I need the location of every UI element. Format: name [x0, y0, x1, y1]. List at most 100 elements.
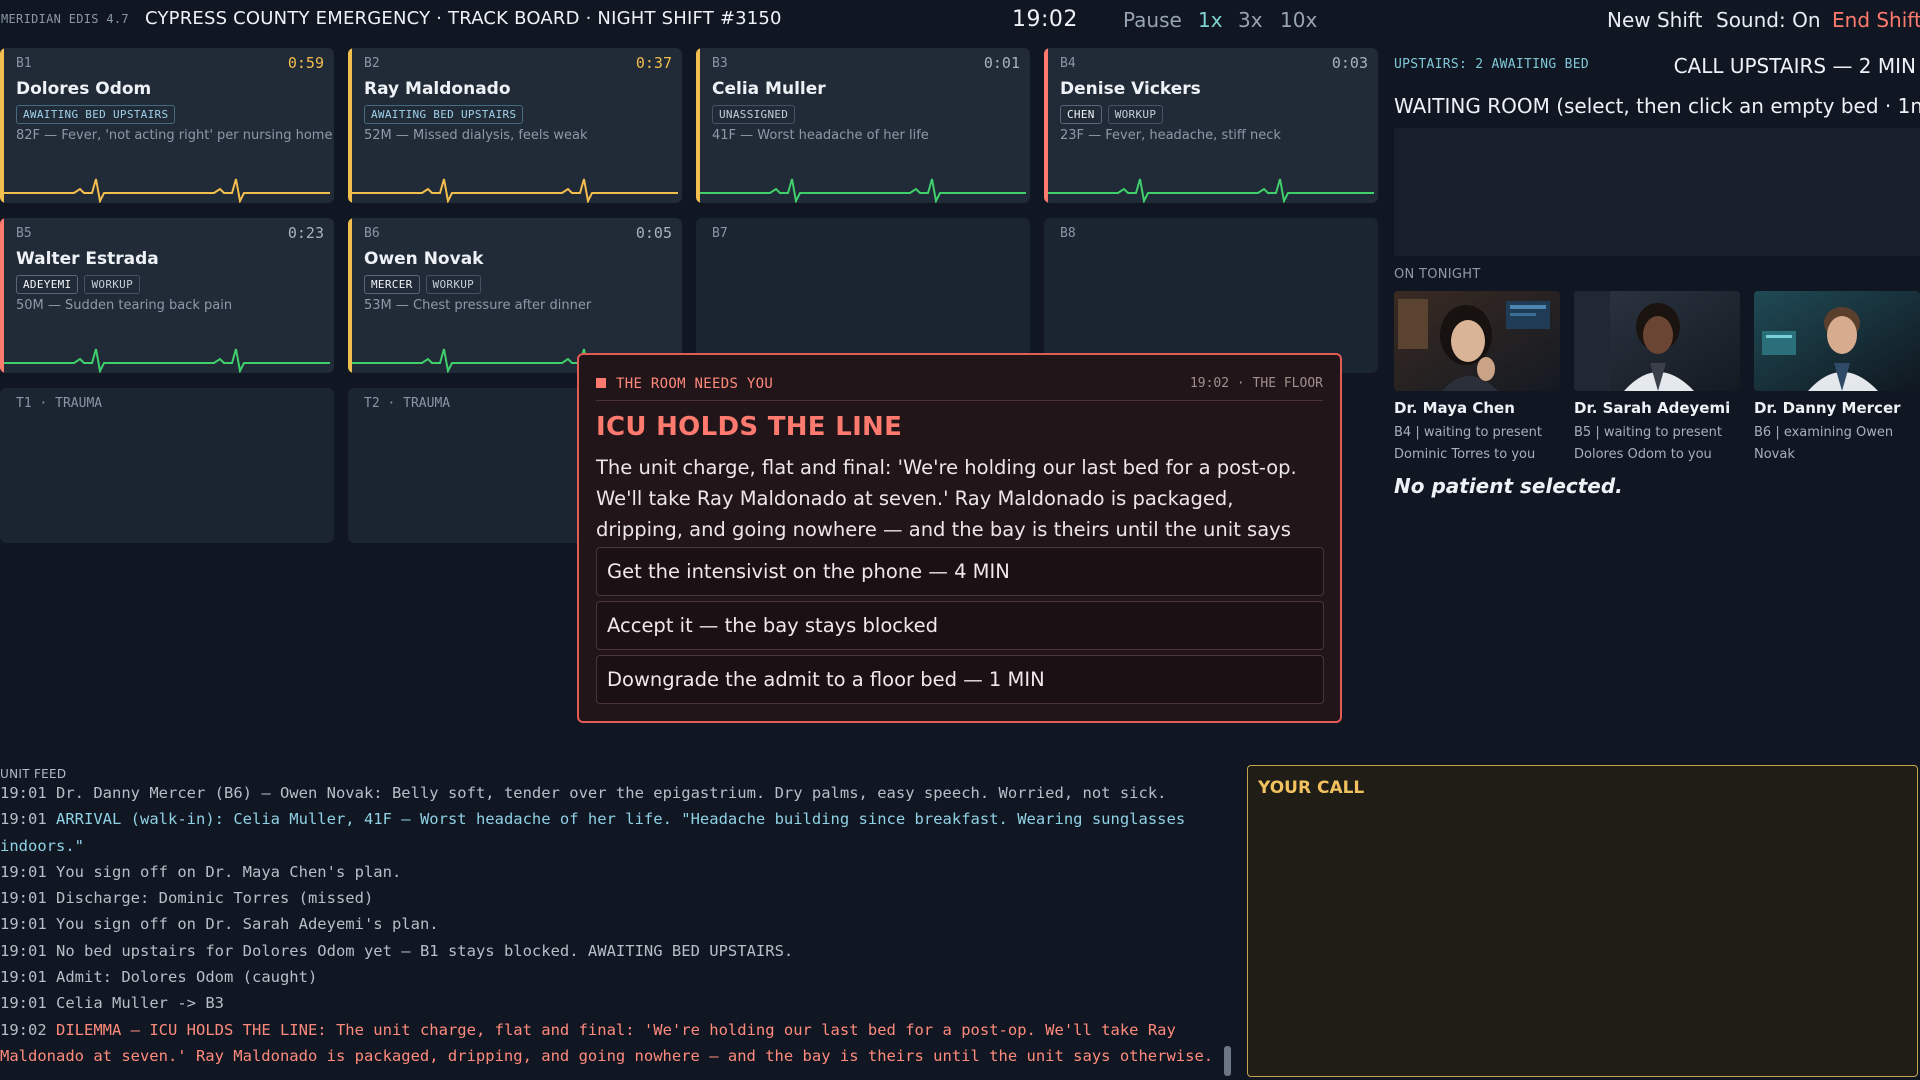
speed-3x-button[interactable]: 3x: [1238, 8, 1263, 32]
feed-line: 19:01 ARRIVAL (walk-in): Celia Muller, 4…: [0, 806, 1215, 859]
feed-line: 19:02 DILEMMA — ICU HOLDS THE LINE: The …: [0, 1017, 1215, 1070]
ecg-line: [1048, 178, 1374, 203]
board-title: CYPRESS COUNTY EMERGENCY · TRACK BOARD ·…: [145, 8, 782, 29]
end-shift-button[interactable]: End Shift: [1832, 8, 1920, 32]
dilemma-modal: THE ROOM NEEDS YOU 19:02 · THE FLOOR ICU…: [577, 353, 1342, 723]
alert-square-icon: [596, 378, 606, 388]
option-accept-blocked[interactable]: Accept it — the bay stays blocked: [596, 601, 1324, 650]
feed-timestamp: 19:01: [0, 994, 47, 1013]
bay-id: T1 · TRAUMA: [16, 396, 103, 411]
ecg-line: [352, 178, 678, 203]
patient-name: Owen Novak: [364, 249, 484, 269]
patient-name: Denise Vickers: [1060, 79, 1201, 99]
bay-tags: ADEYEMI WORKUP: [16, 275, 141, 294]
bay-b8[interactable]: B8: [1044, 218, 1378, 373]
feed-line: 19:01 Admit: Dolores Odom (caught): [0, 964, 1215, 990]
bay-id: T2 · TRAUMA: [364, 396, 451, 411]
status-badge: WORKUP: [84, 275, 141, 294]
bay-timer: 0:37: [635, 54, 672, 72]
bay-id: B8: [1060, 226, 1076, 241]
feed-line: 19:01 Discharge: Dominic Torres (missed): [0, 885, 1215, 911]
modal-header-label: THE ROOM NEEDS YOU: [616, 376, 774, 392]
status-badge: WORKUP: [425, 275, 482, 294]
feed-line: 19:01 Celia Muller -> B3: [0, 990, 1215, 1016]
bay-b6[interactable]: B6 0:05 Owen Novak MERCER WORKUP 53M — Chest …: [348, 218, 682, 373]
option-downgrade-admit[interactable]: Downgrade the admit to a floor bed — 1 M…: [596, 655, 1324, 704]
ecg-trace: [1048, 178, 1374, 203]
feed-line: 19:01 You sign off on Dr. Maya Chen's pl…: [0, 859, 1215, 885]
top-bar: MERIDIAN EDIS 4.7 CYPRESS COUNTY EMERGEN…: [0, 0, 1920, 38]
feed-timestamp: 19:01: [0, 915, 47, 934]
patient-name: Walter Estrada: [16, 249, 159, 269]
bay-b2[interactable]: B2 0:37 Ray Maldonado AWAITING BED UPSTAIRS…: [348, 48, 682, 203]
doctor-status: B4 | waiting to present Dominic Torres t…: [1394, 425, 1542, 462]
ecg-line: [4, 178, 330, 203]
bay-timer: 0:05: [635, 224, 672, 242]
feed-text: You sign off on Dr. Maya Chen's plan.: [56, 862, 402, 881]
bay-id: B7: [712, 226, 728, 241]
doctor-card-mercer[interactable]: Dr. Danny Mercer B6 | examining Owen Nov…: [1754, 291, 1920, 466]
feed-text: Dr. Danny Mercer (B6) — Owen Novak: Bell…: [56, 784, 1167, 802]
speed-1x-button[interactable]: 1x: [1198, 8, 1223, 32]
modal-divider: [596, 400, 1323, 401]
bay-b5[interactable]: B5 0:23 Walter Estrada ADEYEMI WORKUP 50M — S…: [0, 218, 334, 373]
feed-text: Admit: Dolores Odom (caught): [56, 968, 318, 987]
speed-10x-button[interactable]: 10x: [1280, 8, 1317, 32]
your-call-title: YOUR CALL: [1258, 778, 1365, 798]
unit-feed[interactable]: 19:01 Dr. Danny Mercer (B6) — Owen Novak…: [0, 780, 1215, 1069]
patient-name: Ray Maldonado: [364, 79, 511, 99]
feed-scrollbar[interactable]: [1224, 1046, 1231, 1076]
doctor-card-chen[interactable]: Dr. Maya Chen B4 | waiting to present Do…: [1394, 291, 1560, 466]
feed-text: No bed upstairs for Dolores Odom yet — B…: [56, 941, 794, 960]
bay-b7[interactable]: B7: [696, 218, 1030, 373]
feed-timestamp: 19:01: [0, 968, 47, 987]
your-call-panel: YOUR CALL: [1247, 765, 1918, 1077]
modal-time: 19:02 · THE FLOOR: [1189, 376, 1323, 391]
chief-complaint: 41F — Worst headache of her life: [712, 128, 929, 143]
bay-id: B5: [16, 226, 32, 241]
bay-timer: 0:01: [983, 54, 1020, 72]
status-badge: AWAITING BED UPSTAIRS: [364, 105, 524, 124]
sound-toggle[interactable]: Sound: On: [1716, 8, 1821, 32]
doctor-status: B6 | examining Owen Novak: [1754, 425, 1894, 462]
on-tonight-label: ON TONIGHT: [1394, 267, 1481, 282]
feed-timestamp: 19:01: [0, 784, 47, 802]
feed-text: Discharge: Dominic Torres (missed): [56, 889, 374, 908]
waiting-room-area[interactable]: [1394, 128, 1920, 256]
status-badge: CHEN: [1060, 105, 1102, 124]
ecg-trace: [4, 348, 330, 373]
modal-header: THE ROOM NEEDS YOU: [596, 376, 773, 392]
feed-timestamp: 19:01: [0, 810, 47, 829]
ecg-line: [4, 348, 330, 373]
doctor-photo-mercer: [1754, 291, 1920, 391]
bay-timer: 0:59: [287, 54, 324, 72]
bay-tags: MERCER WORKUP: [364, 275, 482, 294]
status-badge: WORKUP: [1107, 105, 1164, 124]
status-badge: AWAITING BED UPSTAIRS: [16, 105, 176, 124]
feed-timestamp: 19:01: [0, 941, 47, 960]
no-patient-selected: No patient selected.: [1394, 474, 1623, 498]
doctor-card-adeyemi[interactable]: Dr. Sarah Adeyemi B5 | waiting to presen…: [1574, 291, 1740, 466]
bay-timer: 0:03: [1331, 54, 1368, 72]
doctor-photo-adeyemi: [1574, 291, 1740, 391]
ecg-trace: [4, 178, 330, 203]
bay-t1[interactable]: T1 · TRAUMA: [0, 388, 334, 543]
feed-text: ARRIVAL (walk-in): Celia Muller, 41F — W…: [0, 810, 1186, 855]
bay-b3[interactable]: B3 0:01 Celia Muller UNASSIGNED 41F — Worst …: [696, 48, 1030, 203]
chief-complaint: 53M — Chest pressure after dinner: [364, 298, 592, 313]
new-shift-button[interactable]: New Shift: [1607, 8, 1702, 32]
patient-name: Celia Muller: [712, 79, 826, 99]
status-badge: ADEYEMI: [16, 275, 79, 294]
option-call-intensivist[interactable]: Get the intensivist on the phone — 4 MIN: [596, 547, 1324, 596]
bay-b1[interactable]: B1 0:59 Dolores Odom AWAITING BED UPSTAIRS 8…: [0, 48, 334, 203]
chief-complaint: 82F — Fever, 'not acting right' per nurs…: [16, 128, 333, 143]
bay-tags: UNASSIGNED: [712, 105, 796, 124]
bay-b4[interactable]: B4 0:03 Denise Vickers CHEN WORKUP 23F — Feve…: [1044, 48, 1378, 203]
call-upstairs-button[interactable]: CALL UPSTAIRS — 2 MIN: [1674, 54, 1916, 78]
pause-button[interactable]: Pause: [1123, 8, 1182, 32]
bay-id: B1: [16, 56, 32, 71]
doctor-photo-chen: [1394, 291, 1560, 391]
ecg-line: [700, 178, 1026, 203]
upstairs-status: UPSTAIRS: 2 AWAITING BED: [1394, 57, 1590, 72]
bay-id: B3: [712, 56, 728, 71]
